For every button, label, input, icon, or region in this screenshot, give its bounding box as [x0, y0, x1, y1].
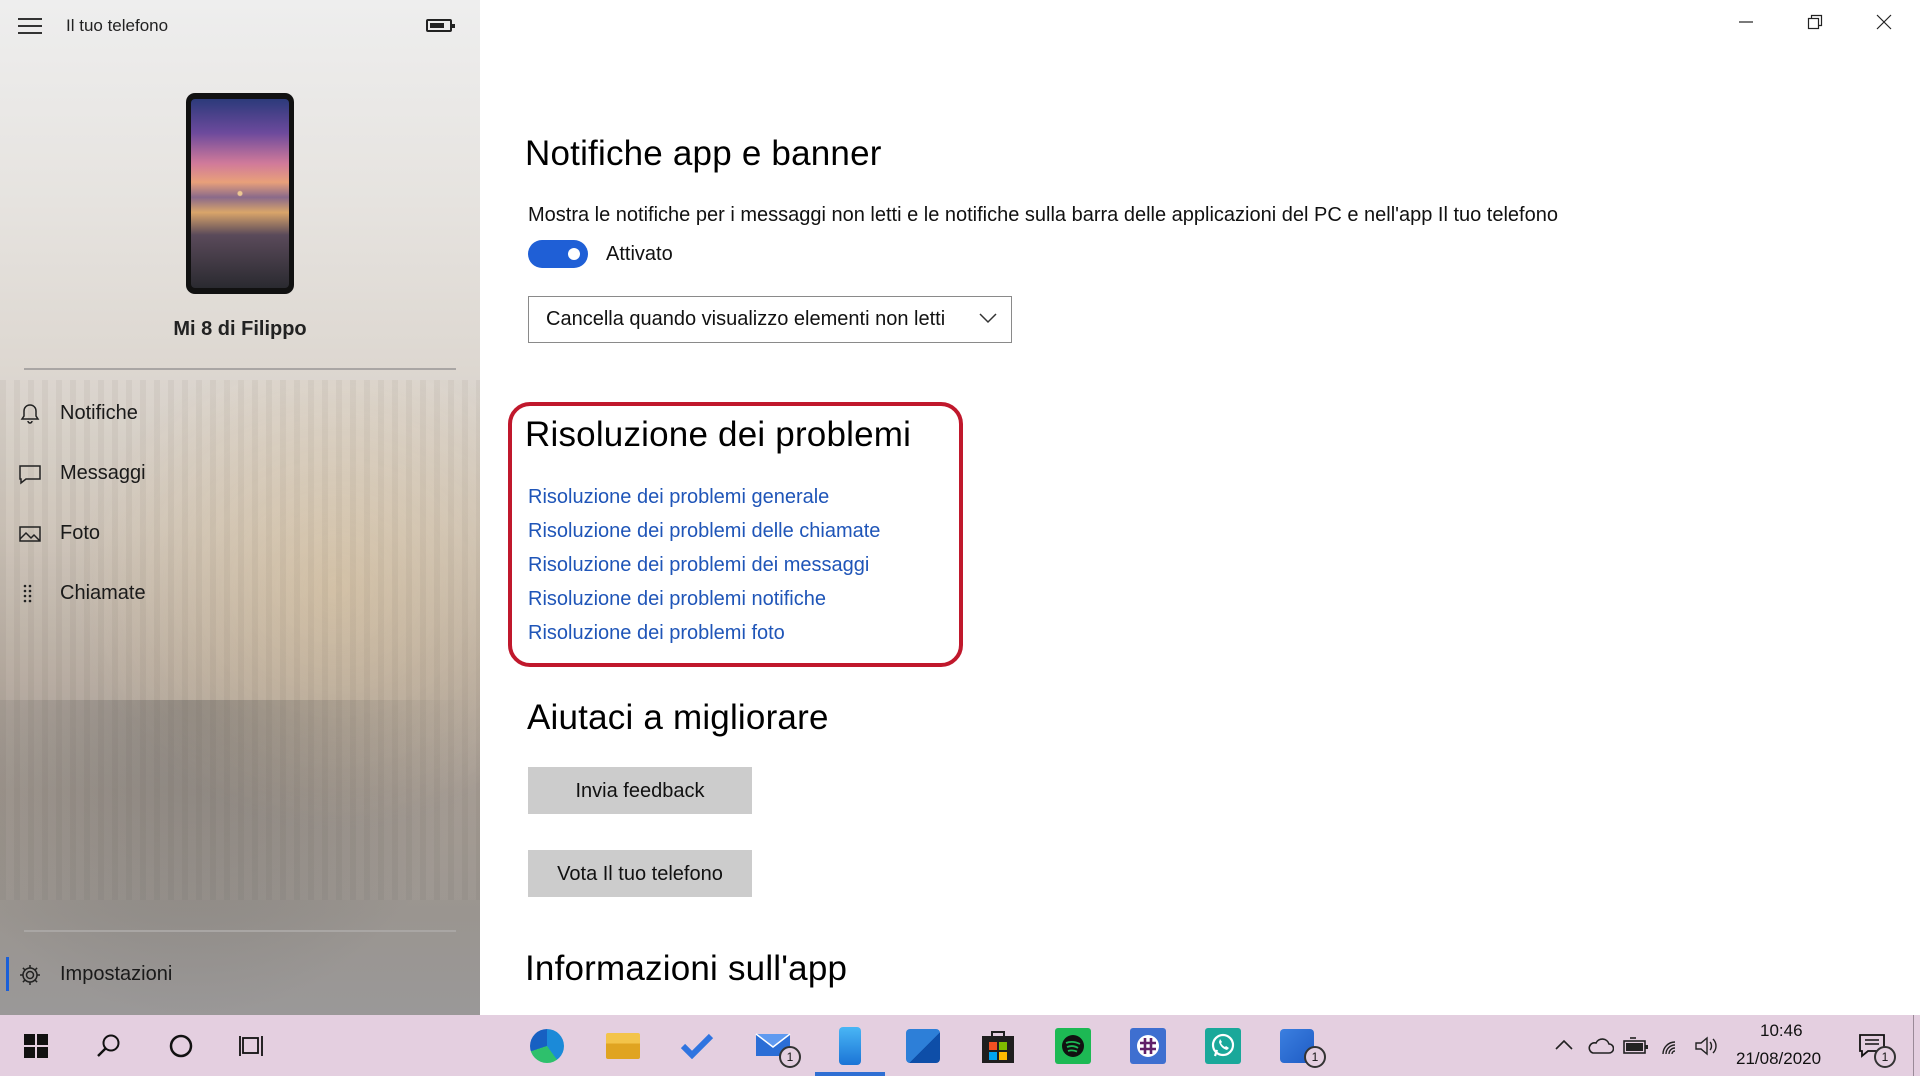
troubleshooting-section-title: Risoluzione dei problemi — [525, 415, 912, 454]
dialpad-icon — [23, 584, 32, 603]
action-center-button[interactable]: 1 — [1852, 1015, 1902, 1076]
volume-tray[interactable] — [1692, 1015, 1722, 1076]
slack-icon — [1130, 1028, 1166, 1064]
onedrive-tray[interactable] — [1584, 1015, 1616, 1076]
titlebar-left: Il tuo telefono — [0, 0, 480, 52]
chevron-down-icon — [979, 313, 997, 324]
sidebar-item-chiamate[interactable]: Chiamate — [0, 570, 480, 618]
notifications-section-title: Notifiche app e banner — [525, 134, 882, 173]
phone-image — [186, 93, 294, 294]
clear-notifications-dropdown[interactable]: Cancella quando visualizzo elementi non … — [528, 296, 1012, 343]
clock-time: 10:46 — [1760, 1021, 1803, 1040]
your-phone-icon — [839, 1027, 861, 1065]
store-icon — [982, 1031, 1014, 1063]
sidebar: Il tuo telefono Mi 8 di Filippo Notifich… — [0, 0, 480, 1015]
troubleshooting-messages-link[interactable]: Risoluzione dei problemi dei messaggi — [528, 554, 869, 577]
spotify-icon — [1055, 1028, 1091, 1064]
speaker-icon — [1695, 1036, 1717, 1056]
improve-section-title: Aiutaci a migliorare — [527, 698, 829, 737]
search-button[interactable] — [82, 1015, 134, 1076]
close-button[interactable] — [1850, 0, 1918, 44]
sidebar-item-label: Messaggi — [60, 462, 146, 484]
minimize-icon — [1739, 21, 1753, 23]
outlook-badge: 1 — [1304, 1046, 1326, 1068]
troubleshooting-general-link[interactable]: Risoluzione dei problemi generale — [528, 486, 829, 509]
photo-icon — [19, 526, 41, 542]
sidebar-divider — [24, 368, 456, 370]
taskbar-app-edge[interactable] — [522, 1015, 574, 1076]
notification-count-badge: 1 — [1874, 1046, 1896, 1068]
mail-badge: 1 — [779, 1046, 801, 1068]
taskbar-app-slack[interactable] — [1122, 1015, 1174, 1076]
cortana-icon — [169, 1034, 193, 1058]
taskbar-app-file-explorer[interactable] — [597, 1015, 649, 1076]
troubleshooting-notifications-link[interactable]: Risoluzione dei problemi notifiche — [528, 588, 826, 611]
phone-wallpaper — [191, 99, 289, 288]
cloud-icon — [1588, 1038, 1614, 1054]
windows-icon — [24, 1034, 48, 1058]
sidebar-item-foto[interactable]: Foto — [0, 510, 480, 558]
sidebar-item-impostazioni[interactable]: Impostazioni — [0, 951, 480, 999]
notifications-toggle[interactable] — [528, 240, 588, 268]
edge-icon — [530, 1029, 564, 1063]
taskbar-app-store[interactable] — [972, 1015, 1024, 1076]
message-icon — [19, 465, 41, 485]
hamburger-icon[interactable] — [18, 18, 42, 34]
sidebar-item-label: Chiamate — [60, 582, 146, 604]
notifications-toggle-label: Attivato — [606, 243, 673, 265]
clock-date: 21/08/2020 — [1736, 1049, 1822, 1068]
cortana-button[interactable] — [154, 1015, 206, 1076]
battery-tray[interactable] — [1620, 1015, 1652, 1076]
taskbar-app-outlook[interactable]: 1 — [1272, 1015, 1334, 1076]
taskbar-app-mail[interactable]: 1 — [747, 1015, 809, 1076]
rate-app-button[interactable]: Vota Il tuo telefono — [528, 850, 752, 897]
notifications-description: Mostra le notifiche per i messaggi non l… — [528, 204, 1558, 226]
photos-icon — [906, 1029, 940, 1063]
start-button[interactable] — [10, 1015, 62, 1076]
minimize-button[interactable] — [1712, 0, 1780, 44]
about-section-title: Informazioni sull'app — [525, 949, 848, 988]
dropdown-selected-value: Cancella quando visualizzo elementi non … — [546, 308, 946, 330]
restore-button[interactable] — [1781, 0, 1849, 44]
device-name: Mi 8 di Filippo — [173, 318, 307, 340]
taskbar-app-todo[interactable] — [672, 1015, 724, 1076]
sidebar-divider — [24, 930, 456, 932]
folder-icon — [606, 1033, 640, 1059]
clock[interactable]: 10:46 21/08/2020 — [1730, 1015, 1840, 1076]
sidebar-item-label: Notifiche — [60, 402, 138, 424]
task-view-icon — [239, 1036, 263, 1056]
close-icon — [1876, 14, 1892, 30]
taskbar-app-spotify[interactable] — [1047, 1015, 1099, 1076]
troubleshooting-photos-link[interactable]: Risoluzione dei problemi foto — [528, 622, 785, 645]
show-desktop-divider — [1913, 1015, 1914, 1076]
chevron-up-icon — [1555, 1039, 1573, 1050]
phone-battery-icon — [426, 19, 455, 32]
taskbar-app-whatsapp[interactable] — [1197, 1015, 1249, 1076]
taskbar: 1 1 10:46 21/08/2020 1 — [0, 1015, 1920, 1076]
sidebar-item-messaggi[interactable]: Messaggi — [0, 450, 480, 498]
show-hidden-icons-button[interactable] — [1550, 1015, 1578, 1076]
active-app-underline — [815, 1072, 885, 1076]
wifi-icon — [1662, 1041, 1676, 1055]
battery-charging-icon — [1623, 1037, 1648, 1054]
gear-icon — [20, 965, 40, 985]
bell-icon — [20, 404, 40, 424]
taskbar-app-your-phone[interactable] — [815, 1015, 885, 1076]
whatsapp-icon — [1205, 1028, 1241, 1064]
sidebar-item-label: Foto — [60, 522, 101, 544]
troubleshooting-calls-link[interactable]: Risoluzione dei problemi delle chiamate — [528, 520, 880, 543]
todo-check-icon — [680, 1033, 714, 1059]
sidebar-item-label: Impostazioni — [60, 963, 173, 985]
search-icon — [97, 1034, 120, 1057]
network-tray[interactable] — [1658, 1015, 1688, 1076]
taskbar-app-photos[interactable] — [897, 1015, 949, 1076]
task-view-button[interactable] — [226, 1015, 278, 1076]
app-title: Il tuo telefono — [66, 16, 169, 35]
restore-icon — [1807, 14, 1823, 30]
sidebar-item-notifiche[interactable]: Notifiche — [0, 390, 480, 438]
send-feedback-button[interactable]: Invia feedback — [528, 767, 752, 814]
